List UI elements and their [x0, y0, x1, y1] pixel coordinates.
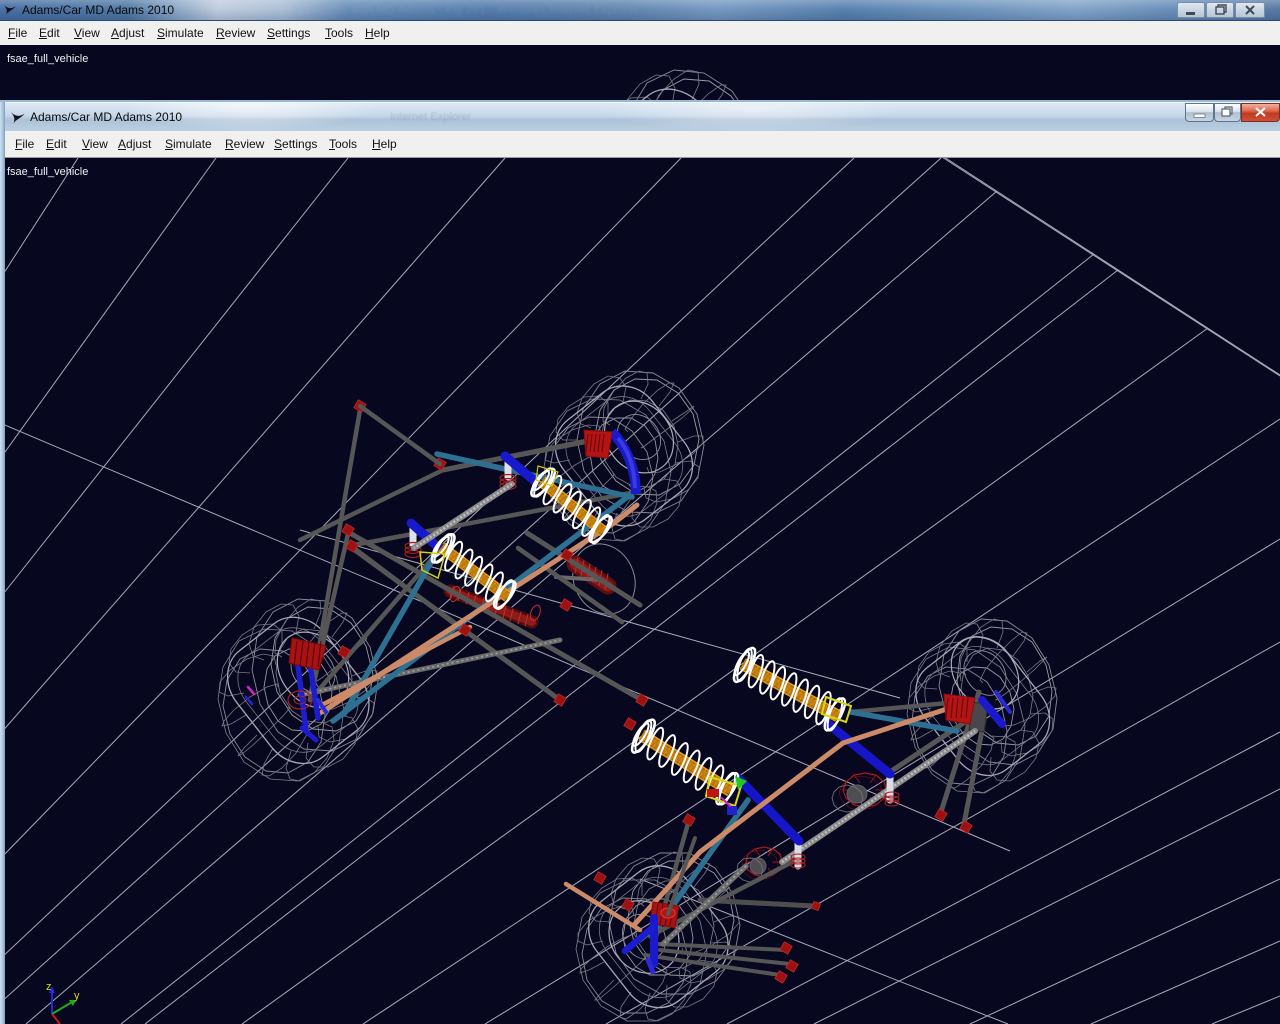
svg-text:z: z: [46, 981, 52, 993]
svg-text:y: y: [74, 990, 80, 1002]
